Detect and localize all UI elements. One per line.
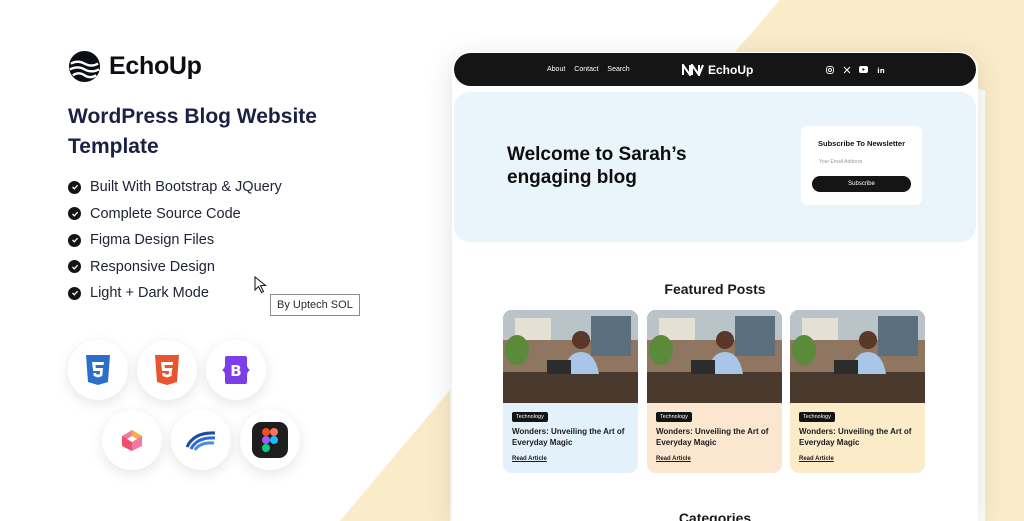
read-article-link[interactable]: Read Article bbox=[799, 456, 834, 462]
figma-icon bbox=[240, 410, 300, 470]
feature-label: Figma Design Files bbox=[90, 232, 215, 249]
cursor-icon bbox=[254, 276, 268, 294]
feature-label: Built With Bootstrap & JQuery bbox=[90, 179, 282, 196]
author-badge: By Uptech SOL bbox=[270, 294, 360, 316]
x-icon[interactable] bbox=[842, 65, 851, 74]
ui-kit-icon bbox=[102, 410, 162, 470]
check-icon bbox=[68, 286, 81, 300]
preview-navbar: About Contact Search EchoUp in bbox=[454, 53, 976, 86]
hero-title: Welcome to Sarah’s engaging blog bbox=[507, 144, 687, 188]
featured-title: Featured Posts bbox=[664, 281, 766, 297]
nav-link-contact[interactable]: Contact bbox=[574, 66, 598, 73]
subscribe-button[interactable]: Subscribe bbox=[812, 176, 911, 192]
brand-name: EchoUp bbox=[109, 52, 202, 80]
post-card[interactable]: Technology Wonders: Unveiling the Art of… bbox=[647, 310, 782, 473]
check-icon bbox=[68, 180, 81, 194]
nav-brand-name: EchoUp bbox=[708, 62, 754, 77]
linkedin-icon[interactable]: in bbox=[876, 65, 885, 74]
youtube-icon[interactable] bbox=[859, 65, 868, 74]
post-title[interactable]: Wonders: Unveiling the Art of Everyday M… bbox=[656, 426, 774, 448]
post-title[interactable]: Wonders: Unveiling the Art of Everyday M… bbox=[512, 426, 630, 448]
read-article-link[interactable]: Read Article bbox=[512, 456, 547, 462]
feature-label: Light + Dark Mode bbox=[90, 285, 209, 302]
html5-icon bbox=[137, 340, 197, 400]
post-image bbox=[790, 310, 925, 403]
brand-logo: EchoUp bbox=[68, 50, 202, 83]
feature-item: Figma Design Files bbox=[68, 227, 282, 254]
feature-item: Responsive Design bbox=[68, 254, 282, 281]
check-icon bbox=[68, 260, 81, 274]
feature-list: Built With Bootstrap & JQuery Complete S… bbox=[68, 174, 282, 307]
post-image bbox=[647, 310, 782, 403]
nav-socials: in bbox=[825, 53, 885, 86]
feature-item: Complete Source Code bbox=[68, 201, 282, 228]
echoup-mark-icon bbox=[682, 63, 704, 76]
website-preview: About Contact Search EchoUp in Welcome t… bbox=[452, 52, 978, 521]
nav-link-search[interactable]: Search bbox=[607, 66, 629, 73]
post-title[interactable]: Wonders: Unveiling the Art of Everyday M… bbox=[799, 426, 917, 448]
feature-label: Responsive Design bbox=[90, 258, 215, 275]
categories-title: Categories bbox=[678, 510, 752, 521]
post-image bbox=[503, 310, 638, 403]
nav-link-about[interactable]: About bbox=[547, 66, 565, 73]
check-icon bbox=[68, 207, 81, 221]
svg-text:in: in bbox=[877, 67, 884, 74]
bootstrap-icon: B bbox=[206, 340, 266, 400]
feature-label: Complete Source Code bbox=[90, 205, 241, 222]
wordpress-icon bbox=[171, 410, 231, 470]
post-tag[interactable]: Technology bbox=[799, 412, 835, 422]
check-icon bbox=[68, 233, 81, 247]
page-headline: WordPress Blog Website Template bbox=[68, 105, 317, 158]
post-card[interactable]: Technology Wonders: Unveiling the Art of… bbox=[503, 310, 638, 473]
post-card[interactable]: Technology Wonders: Unveiling the Art of… bbox=[790, 310, 925, 473]
promo-panel: EchoUp WordPress Blog Website Template B… bbox=[0, 0, 450, 521]
post-tag[interactable]: Technology bbox=[512, 412, 548, 422]
instagram-icon[interactable] bbox=[825, 65, 834, 74]
feature-item: Built With Bootstrap & JQuery bbox=[68, 174, 282, 201]
newsletter-title: Subscribe To Newsletter bbox=[818, 139, 905, 148]
read-article-link[interactable]: Read Article bbox=[656, 456, 691, 462]
echoup-logo-icon bbox=[68, 50, 101, 83]
svg-text:B: B bbox=[230, 362, 241, 380]
nav-links: About Contact Search bbox=[547, 53, 630, 86]
css3-icon bbox=[68, 340, 128, 400]
nav-brand[interactable]: EchoUp bbox=[682, 53, 753, 86]
feature-item: Light + Dark Mode bbox=[68, 280, 282, 307]
newsletter-email-input[interactable]: Your Email Address bbox=[819, 159, 862, 165]
newsletter-box: Subscribe To Newsletter Your Email Addre… bbox=[801, 126, 922, 205]
preview-hero: Welcome to Sarah’s engaging blog Subscri… bbox=[454, 92, 976, 242]
post-tag[interactable]: Technology bbox=[656, 412, 692, 422]
